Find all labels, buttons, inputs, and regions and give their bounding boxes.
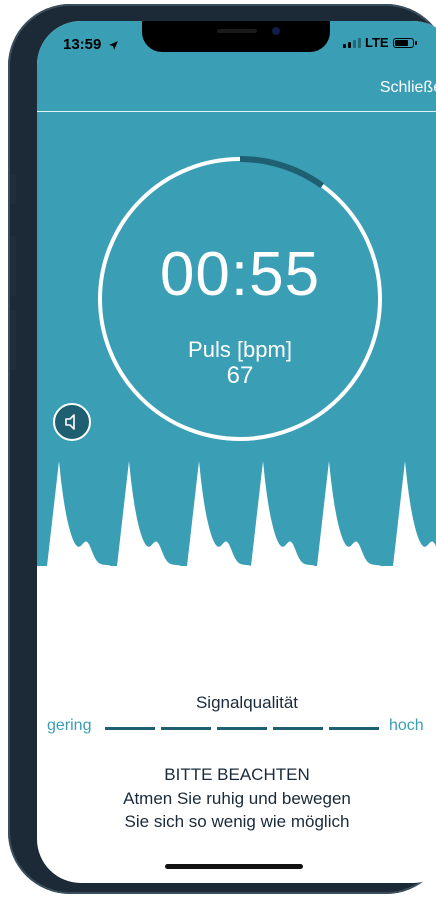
close-button[interactable]: Schließen	[380, 79, 436, 97]
notice-title: BITTE BEACHTEN	[164, 765, 310, 784]
volume-down-button	[10, 310, 16, 370]
front-camera	[272, 27, 280, 35]
pulse-label: Puls [bpm]	[188, 337, 292, 362]
pulse-waveform	[37, 461, 436, 631]
cellular-signal-icon	[343, 37, 361, 48]
header-divider	[37, 111, 436, 112]
status-bar-indicators: LTE	[343, 35, 417, 50]
speaker-icon	[65, 414, 75, 430]
notice-line-1: Atmen Sie ruhig und bewegen	[123, 789, 351, 808]
app-screen: 13:59 LTE Schließen 00:55 Puls [bpm] 67 …	[37, 21, 436, 883]
signal-quality-low-label: gering	[47, 717, 92, 734]
notice-line-2: Sie sich so wenig wie möglich	[124, 812, 350, 831]
network-type: LTE	[365, 35, 389, 50]
volume-up-button	[10, 236, 16, 296]
signal-quality-segment	[273, 727, 323, 730]
timer-display: 00:55	[159, 240, 321, 309]
sound-toggle-button[interactable]	[53, 403, 91, 441]
status-bar-time: 13:59	[63, 36, 119, 53]
signal-quality-segment	[161, 727, 211, 730]
home-indicator	[165, 864, 303, 869]
signal-quality-segment	[217, 727, 267, 730]
pulse-value: 67	[226, 362, 254, 389]
clock-text: 13:59	[63, 36, 102, 53]
location-arrow-icon	[108, 40, 118, 50]
notch	[142, 21, 330, 52]
signal-quality-meter	[105, 727, 379, 730]
mute-switch	[10, 174, 16, 204]
signal-quality-segment	[105, 727, 155, 730]
earpiece	[217, 29, 257, 33]
signal-quality-high-label: hoch	[389, 717, 424, 734]
signal-quality-segment	[329, 727, 379, 730]
battery-icon	[392, 37, 417, 48]
signal-quality-title: Signalqualität	[195, 693, 299, 712]
